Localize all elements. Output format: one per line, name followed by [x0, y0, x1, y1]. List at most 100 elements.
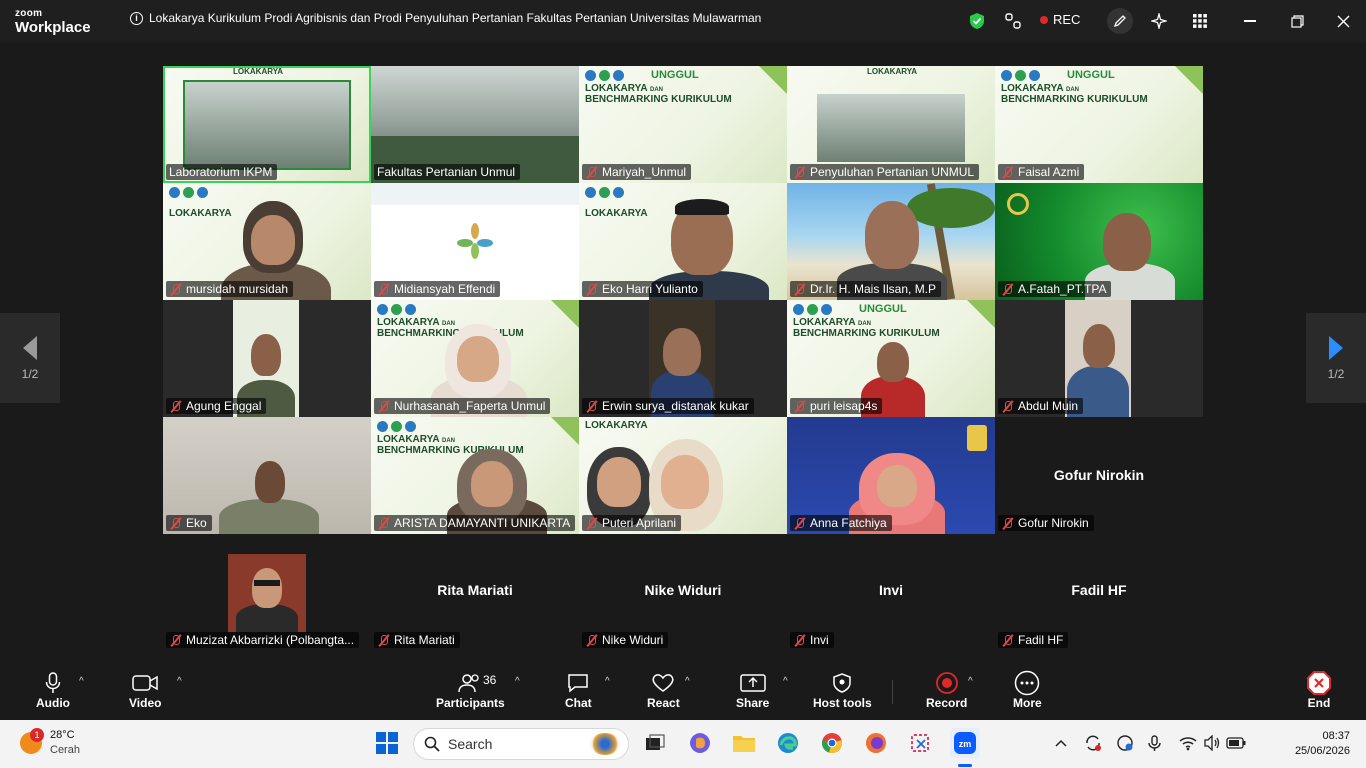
participant-display-name: Invi [878, 582, 904, 598]
video-tile[interactable]: Rita Mariati Rita Mariati [371, 534, 579, 651]
video-tile[interactable]: Invi Invi [787, 534, 995, 651]
participant-name: Muzizat Akbarrizki (Polbangta... [186, 633, 355, 647]
video-tile[interactable]: LOKAKARYA Penyuluhan Pertanian UNMUL [787, 66, 995, 183]
video-tile[interactable]: LOKAKARYA Laboratorium IKPM [163, 66, 371, 183]
info-icon[interactable]: i [130, 11, 143, 25]
meeting-info[interactable]: i Lokakarya Kurikulum Prodi Agribisnis d… [130, 11, 761, 25]
participants-label: Participants [436, 696, 505, 710]
participants-chevron-up-icon[interactable]: ^ [515, 676, 520, 687]
slide-logos [377, 421, 416, 432]
mic-muted-icon [1001, 400, 1015, 413]
active-app-indicator [958, 764, 972, 767]
participant-name: Abdul Muin [1018, 399, 1079, 413]
slide-title: LOKAKARYA [169, 208, 232, 219]
file-explorer-icon[interactable] [731, 730, 757, 756]
video-tile[interactable]: LOKAKARYA DAN BENCHMARKING KURIKULUM ARIS… [371, 417, 579, 534]
video-tile[interactable]: Dr.Ir. H. Mais Ilsan, M.P [787, 183, 995, 300]
copilot-icon[interactable] [687, 730, 713, 756]
video-tile[interactable]: Nike Widuri Nike Widuri [579, 534, 787, 651]
meeting-controls: Audio ^ Video ^ Participants 36 ^ Chat ^… [0, 662, 1366, 720]
apps-grid-icon[interactable] [1187, 8, 1213, 34]
chat-button[interactable]: Chat [565, 670, 592, 710]
taskbar-search-input[interactable]: Search [413, 728, 629, 760]
react-button[interactable]: React [647, 670, 680, 710]
video-tile[interactable]: Eko [163, 417, 371, 534]
share-chevron-up-icon[interactable]: ^ [783, 676, 788, 687]
weather-condition: Cerah [50, 744, 80, 757]
video-tile[interactable]: Muzizat Akbarrizki (Polbangta... [163, 534, 371, 651]
chat-chevron-up-icon[interactable]: ^ [605, 676, 610, 687]
network-status-icon[interactable] [1112, 730, 1138, 756]
ai-companion-icon[interactable] [1146, 8, 1172, 34]
participant-name: Eko Harri Yulianto [602, 282, 698, 296]
video-tile[interactable]: LOKAKARYA mursidah mursidah [163, 183, 371, 300]
participant-name: Penyuluhan Pertanian UNMUL [810, 165, 975, 179]
audio-button[interactable]: Audio [36, 670, 70, 710]
view-options-icon[interactable] [1000, 8, 1026, 34]
more-button[interactable]: More [1013, 670, 1042, 710]
participant-label: Dr.Ir. H. Mais Ilsan, M.P [790, 281, 942, 297]
chrome-browser-icon[interactable] [819, 730, 845, 756]
video-tile[interactable]: Fadil HF Fadil HF [995, 534, 1203, 651]
video-tile[interactable]: UNGGUL LOKAKARYA DAN BENCHMARKING KURIKUL… [995, 66, 1203, 183]
participant-label: Erwin surya_distanak kukar [582, 398, 754, 414]
annotate-pen-icon[interactable] [1107, 8, 1133, 34]
sync-icon[interactable] [1080, 730, 1106, 756]
wifi-icon[interactable] [1175, 730, 1201, 756]
video-tile[interactable]: UNGGUL LOKAKARYA DAN BENCHMARKING KURIKUL… [787, 300, 995, 417]
battery-icon[interactable] [1223, 730, 1249, 756]
end-meeting-button[interactable]: End [1306, 670, 1332, 710]
video-button[interactable]: Video [129, 670, 161, 710]
person-face [255, 461, 285, 503]
participant-name: Nurhasanah_Faperta Unmul [394, 399, 546, 413]
windows-start-icon[interactable] [374, 730, 400, 756]
slide-heading: LOKAKARYA [233, 67, 284, 76]
participant-label: puri leisap4s [790, 398, 883, 414]
system-clock[interactable]: 08:37 25/06/2026 [1295, 729, 1350, 759]
prev-page-button[interactable]: 1/2 [0, 313, 60, 403]
snipping-tool-icon[interactable] [907, 730, 933, 756]
video-options-chevron-up-icon[interactable]: ^ [177, 676, 182, 687]
show-hidden-icons-chevron-up-icon[interactable] [1048, 730, 1074, 756]
video-tile[interactable]: A.Fatah_PT.TPA [995, 183, 1203, 300]
next-page-button[interactable]: 1/2 [1306, 313, 1366, 403]
chevron-left-icon [23, 336, 37, 360]
video-tile[interactable]: Agung Enggal [163, 300, 371, 417]
record-button[interactable]: Record [926, 670, 967, 710]
firefox-icon[interactable] [863, 730, 889, 756]
microphone-in-use-icon[interactable] [1142, 730, 1168, 756]
recording-indicator[interactable]: REC [1040, 12, 1080, 27]
weather-widget[interactable]: 1 28°C Cerah [20, 728, 80, 759]
zoom-app-icon[interactable]: zm [950, 728, 980, 758]
react-chevron-up-icon[interactable]: ^ [685, 676, 690, 687]
mic-muted-icon [377, 517, 391, 530]
video-tile[interactable]: UNGGUL LOKAKARYA DAN BENCHMARKING KURIKUL… [579, 66, 787, 183]
volume-icon[interactable] [1199, 730, 1225, 756]
audio-options-chevron-up-icon[interactable]: ^ [79, 676, 84, 687]
video-tile[interactable]: LOKAKARYA DAN BENCHMARKING KURIKULUM Nurh… [371, 300, 579, 417]
video-tile[interactable]: Fakultas Pertanian Unmul [371, 66, 579, 183]
webinar-banner [371, 183, 579, 205]
task-view-icon[interactable] [642, 730, 668, 756]
participant-name: Anna Fatchiya [810, 516, 887, 530]
shield-check-icon[interactable] [964, 8, 990, 34]
heart-icon [651, 670, 675, 696]
mic-muted-icon [793, 166, 807, 179]
video-tile[interactable]: Midiansyah Effendi [371, 183, 579, 300]
host-tools-button[interactable]: Host tools [813, 670, 872, 710]
restore-icon[interactable] [1284, 8, 1310, 34]
video-tile[interactable]: Abdul Muin [995, 300, 1203, 417]
video-tile[interactable]: LOKAKARYA Eko Harri Yulianto [579, 183, 787, 300]
minimize-icon[interactable] [1237, 8, 1263, 34]
edge-browser-icon[interactable] [775, 730, 801, 756]
video-tile[interactable]: Gofur Nirokin Gofur Nirokin [995, 417, 1203, 534]
close-icon[interactable] [1330, 8, 1356, 34]
mic-muted-icon [1001, 166, 1015, 179]
video-tile[interactable]: Erwin surya_distanak kukar [579, 300, 787, 417]
video-tile[interactable]: Anna Fatchiya [787, 417, 995, 534]
video-tile[interactable]: LOKAKARYA Puteri Aprilani [579, 417, 787, 534]
mic-muted-icon [1001, 283, 1015, 296]
record-chevron-up-icon[interactable]: ^ [968, 676, 973, 687]
share-button[interactable]: Share [736, 670, 769, 710]
mic-muted-icon [793, 634, 807, 647]
